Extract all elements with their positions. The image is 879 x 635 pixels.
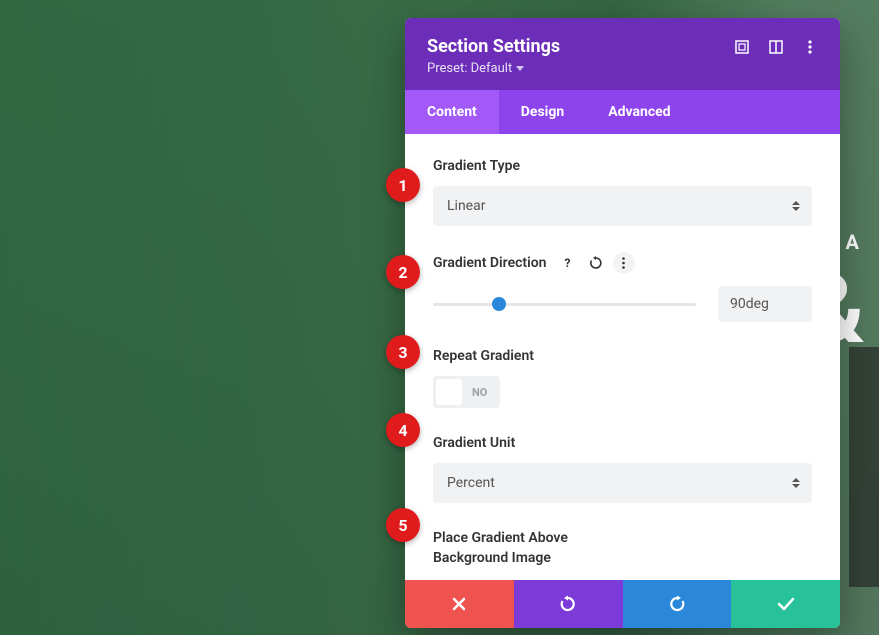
drag-icon[interactable] bbox=[768, 39, 784, 55]
repeat-gradient-label: Repeat Gradient bbox=[433, 348, 812, 364]
place-above-label-line1: Place Gradient Above bbox=[433, 529, 812, 549]
help-icon[interactable]: ? bbox=[557, 252, 579, 274]
field-gradient-unit: Gradient Unit Percent bbox=[433, 435, 812, 503]
field-repeat-gradient: Repeat Gradient NO bbox=[433, 348, 812, 409]
slider-thumb[interactable] bbox=[492, 297, 506, 311]
gradient-unit-select[interactable]: Percent bbox=[433, 463, 812, 503]
place-above-label-line2: Background Image bbox=[433, 549, 812, 569]
reset-icon[interactable] bbox=[585, 252, 607, 274]
toggle-knob bbox=[436, 379, 462, 405]
redo-icon bbox=[668, 595, 686, 613]
tab-advanced[interactable]: Advanced bbox=[586, 90, 692, 134]
annotation-badge-1: 1 bbox=[386, 168, 420, 202]
bg-dark-edge bbox=[849, 347, 879, 587]
close-icon bbox=[452, 597, 466, 611]
cancel-button[interactable] bbox=[405, 580, 514, 628]
gradient-direction-label: Gradient Direction ? bbox=[433, 252, 812, 274]
slider-track bbox=[433, 303, 696, 306]
field-more-icon[interactable] bbox=[613, 252, 635, 274]
annotation-badge-2: 2 bbox=[386, 255, 420, 289]
annotation-badge-3: 3 bbox=[386, 335, 420, 369]
gradient-type-label: Gradient Type bbox=[433, 158, 812, 174]
panel-body: Gradient Type Linear Gradient Direction … bbox=[405, 134, 840, 580]
annotation-badge-4: 4 bbox=[386, 413, 420, 447]
field-gradient-direction: Gradient Direction ? 90deg bbox=[433, 252, 812, 322]
settings-panel: Section Settings Preset: Default Content… bbox=[405, 18, 840, 628]
annotation-badge-5: 5 bbox=[386, 508, 420, 542]
header-actions bbox=[734, 39, 818, 55]
repeat-gradient-toggle[interactable]: NO bbox=[433, 376, 500, 408]
gradient-direction-value[interactable]: 90deg bbox=[718, 286, 812, 322]
undo-button[interactable] bbox=[514, 580, 623, 628]
gradient-direction-label-text: Gradient Direction bbox=[433, 255, 547, 271]
gradient-direction-slider[interactable] bbox=[433, 294, 696, 314]
save-button[interactable] bbox=[731, 580, 840, 628]
panel-header: Section Settings Preset: Default bbox=[405, 18, 840, 90]
expand-icon[interactable] bbox=[734, 39, 750, 55]
tabs: Content Design Advanced bbox=[405, 90, 840, 134]
field-place-above: Place Gradient Above Background Image YE… bbox=[433, 529, 812, 580]
preset-label: Preset: Default bbox=[427, 61, 512, 76]
field-gradient-type: Gradient Type Linear bbox=[433, 158, 812, 226]
gradient-unit-label: Gradient Unit bbox=[433, 435, 812, 451]
gradient-unit-value: Percent bbox=[433, 463, 812, 503]
check-icon bbox=[777, 597, 795, 611]
place-above-label: Place Gradient Above Background Image bbox=[433, 529, 812, 568]
panel-title: Section Settings bbox=[427, 36, 560, 57]
gradient-type-value: Linear bbox=[433, 186, 812, 226]
redo-button[interactable] bbox=[623, 580, 732, 628]
undo-icon bbox=[559, 595, 577, 613]
gradient-type-select[interactable]: Linear bbox=[433, 186, 812, 226]
chevron-down-icon bbox=[516, 66, 524, 72]
panel-footer bbox=[405, 580, 840, 628]
preset-selector[interactable]: Preset: Default bbox=[427, 61, 818, 76]
tab-content[interactable]: Content bbox=[405, 90, 499, 134]
more-icon[interactable] bbox=[802, 39, 818, 55]
tab-design[interactable]: Design bbox=[499, 90, 586, 134]
toggle-off-label: NO bbox=[462, 386, 497, 399]
